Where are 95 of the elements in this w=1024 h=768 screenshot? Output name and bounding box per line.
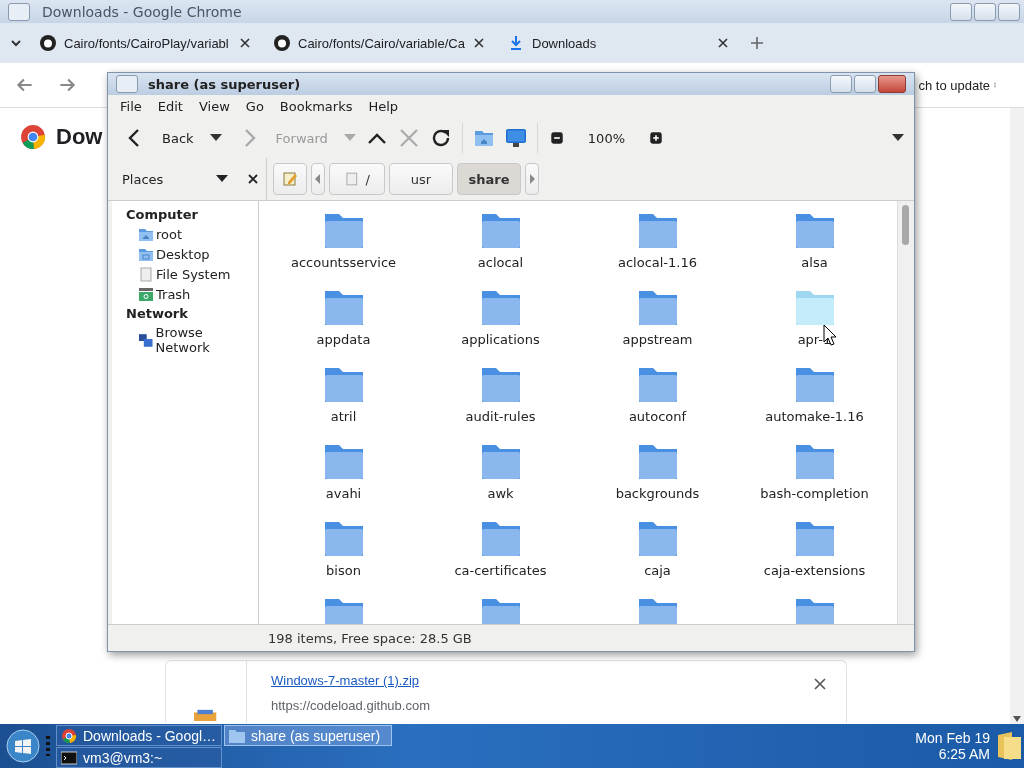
folder-icon[interactable] — [480, 596, 521, 624]
start-orb-icon[interactable] — [6, 729, 40, 763]
file-link[interactable]: Windows-7-master (1).zip — [271, 673, 420, 688]
folder-item[interactable]: atril — [265, 365, 422, 442]
folder-item[interactable]: caja — [579, 519, 736, 596]
section-heading: Network — [125, 305, 189, 323]
caret-down-icon[interactable] — [209, 134, 222, 142]
minimize-button[interactable] — [830, 75, 852, 93]
source-url: https://codeload.github.com — [271, 698, 431, 713]
download-icon — [508, 35, 524, 51]
sidebar-item[interactable]: root — [118, 224, 258, 244]
right-arrow-icon — [528, 171, 536, 187]
browser-tab[interactable]: Cairo/fonts/Cairo/variable/Ca — [264, 27, 494, 59]
maximize-button[interactable] — [974, 2, 996, 21]
clock-time: 6:25 AM — [938, 746, 990, 762]
folder-item[interactable]: backgrounds — [579, 442, 736, 519]
drive-icon — [138, 266, 154, 282]
folder-icon[interactable] — [637, 596, 678, 624]
folder-item[interactable]: ca-certificates — [422, 519, 579, 596]
back-button[interactable]: Back — [118, 123, 200, 153]
folder-icon[interactable] — [794, 596, 835, 624]
edit-location-button[interactable] — [273, 163, 307, 195]
folder-item[interactable]: alsa — [736, 211, 893, 288]
close-icon[interactable] — [814, 678, 826, 690]
status-text: 198 items, Free space: 28.5 GB — [267, 630, 472, 646]
page-heading: Dow — [56, 124, 103, 150]
desktop-folder-icon — [138, 246, 154, 262]
home-folder-icon — [138, 226, 154, 242]
caret-down-icon[interactable] — [892, 134, 904, 142]
path-button[interactable]: usr — [389, 163, 453, 195]
folder-item[interactable]: caja-extensions — [736, 519, 893, 596]
caret-down-icon — [216, 175, 228, 183]
folder-item[interactable]: autoconf — [579, 365, 736, 442]
window-title: share (as superuser) — [148, 76, 302, 92]
folder-item[interactable]: bash-completion — [736, 442, 893, 519]
window-menu-button[interactable] — [8, 2, 30, 21]
sidebar-item[interactable]: Trash — [118, 284, 258, 304]
folder-item[interactable]: avahi — [265, 442, 422, 519]
scroll-down-icon[interactable] — [1013, 716, 1021, 722]
path-scroll-left-button[interactable] — [311, 163, 325, 195]
maximize-button[interactable] — [854, 75, 876, 93]
browser-logo-icon — [61, 728, 77, 743]
folder-icon — [229, 728, 245, 743]
folder-item[interactable]: automake-1.16 — [736, 365, 893, 442]
terminal-icon — [61, 750, 77, 765]
taskbar-button[interactable]: share (as superuser) — [224, 725, 392, 746]
menu-item[interactable]: Help — [360, 97, 407, 116]
clock-date: Mon Feb 19 — [915, 730, 990, 746]
window-menu-button[interactable] — [116, 75, 138, 93]
menu-item[interactable]: Edit — [149, 97, 191, 116]
network-icon — [138, 332, 154, 348]
close-button[interactable] — [998, 2, 1020, 21]
close-icon[interactable] — [474, 38, 484, 48]
notepad-pencil-icon — [282, 171, 298, 187]
close-icon[interactable] — [240, 38, 250, 48]
zoom-level: 100% — [586, 130, 626, 146]
folder-item[interactable]: appstream — [579, 288, 736, 365]
folder-item[interactable]: accountsservice — [265, 211, 422, 288]
scrollbar[interactable] — [897, 201, 914, 624]
menu-item[interactable]: Go — [237, 97, 272, 116]
close-icon[interactable] — [718, 38, 728, 48]
folder-item[interactable]: awk — [422, 442, 579, 519]
folder-item[interactable]: audit-rules — [422, 365, 579, 442]
folder-item[interactable]: bison — [265, 519, 422, 596]
path-button[interactable]: share — [457, 163, 521, 195]
minimize-button[interactable] — [950, 2, 972, 21]
window-title: Downloads - Google Chrome — [42, 3, 243, 20]
folder-item[interactable]: applications — [422, 288, 579, 365]
folder-icon[interactable] — [996, 731, 1022, 761]
folder-item[interactable]: aclocal-1.16 — [579, 211, 736, 288]
sidebar-item[interactable]: Browse Network — [118, 323, 258, 357]
browser-tab[interactable]: Cairo/fonts/CairoPlay/variabl — [30, 27, 260, 59]
taskbar-button[interactable]: vm3@vm3:~ — [56, 747, 222, 768]
path-scroll-right-button[interactable] — [525, 163, 539, 195]
places-dropdown[interactable]: Places — [122, 171, 238, 187]
trash-icon — [138, 286, 154, 302]
menu-item[interactable]: File — [112, 97, 150, 116]
zoom-in-icon[interactable] — [647, 129, 665, 147]
path-button[interactable]: / — [329, 163, 385, 195]
menu-item[interactable]: Bookmarks — [271, 97, 361, 116]
scrollbar[interactable] — [1010, 108, 1024, 724]
folder-item[interactable]: aclocal — [422, 211, 579, 288]
close-icon[interactable] — [248, 174, 258, 184]
section-heading: Computer — [125, 206, 200, 224]
sidebar-item[interactable]: Desktop — [118, 244, 258, 264]
browser-logo-icon — [20, 124, 46, 150]
menu-item[interactable]: View — [190, 97, 238, 116]
drive-icon — [344, 171, 360, 187]
taskbar-button[interactable]: Downloads - Googl… — [56, 725, 222, 746]
folder-item[interactable]: appdata — [265, 288, 422, 365]
close-button[interactable] — [878, 75, 906, 93]
plus-icon[interactable] — [750, 36, 764, 50]
sidebar-item[interactable]: File System — [118, 264, 258, 284]
monitor-icon[interactable] — [504, 127, 527, 149]
folder-icon[interactable] — [323, 596, 364, 624]
